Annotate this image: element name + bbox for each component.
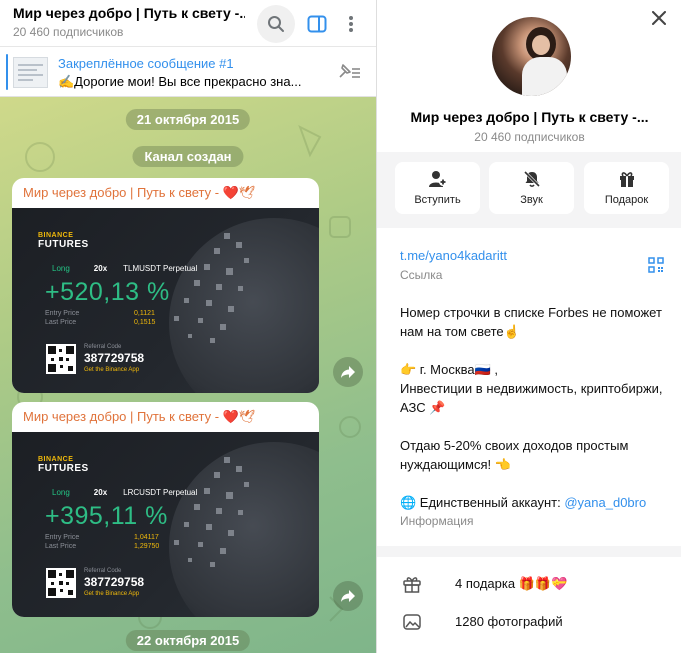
channel-post[interactable]: Мир через добро | Путь к свету - ❤️🕊 BIN…: [12, 178, 319, 393]
price-values: 0,1121 0,1515: [134, 310, 156, 326]
more-vertical-icon: [349, 16, 353, 32]
description-line: 👉 г. Москва🇷🇺 , Инвестиции в недвижимост…: [400, 362, 663, 415]
sidebar-toggle-button[interactable]: [298, 5, 336, 43]
bell-muted-icon: [523, 170, 540, 188]
description-line: 🌐 Единственный аккаунт:: [400, 495, 565, 510]
pinned-text: ✍️Дорогие мои! Вы все прекрасно зна...: [58, 74, 302, 89]
gifts-row[interactable]: 4 подарка 🎁🎁💝: [377, 566, 681, 604]
date-separator: 21 октября 2015: [125, 109, 251, 130]
sound-label: Звук: [520, 194, 543, 206]
post-author[interactable]: Мир через добро | Путь к свету - ❤️🕊: [23, 409, 255, 425]
referral-block: Referral Code 387729758 Get the Binance …: [84, 568, 145, 597]
service-message: Канал создан: [132, 146, 244, 167]
gift-label: Подарок: [604, 194, 649, 206]
gift-box-icon: [403, 577, 421, 593]
forward-button[interactable]: [333, 581, 363, 611]
action-buttons: Вступить Звук Подарок: [377, 152, 681, 228]
qr-code: [46, 344, 76, 374]
pinned-message[interactable]: Закреплённое сообщение #1 ✍️Дорогие мои!…: [0, 48, 376, 97]
pinned-bar: [6, 54, 8, 90]
section-divider: [377, 546, 681, 557]
pnl-percent: +395,11 %: [45, 502, 168, 530]
author-emoji: ❤️🕊: [222, 409, 256, 424]
pinned-thumbnail: [13, 57, 48, 88]
chat-header[interactable]: Мир через добро | Путь к свету -... 20 4…: [0, 0, 376, 47]
channel-link[interactable]: t.me/yano4kadaritt: [400, 248, 507, 263]
post-author[interactable]: Мир через добро | Путь к свету - ❤️🕊: [23, 185, 255, 201]
description-line: Номер строчки в списке Forbes не поможет…: [400, 305, 662, 339]
add-user-icon: [428, 171, 447, 187]
referral-block: Referral Code 387729758 Get the Binance …: [84, 344, 145, 373]
chat-background: 21 октября 2015 Канал создан Мир через д…: [0, 97, 376, 653]
chat-title[interactable]: Мир через добро | Путь к свету -...: [13, 5, 245, 21]
search-button[interactable]: [257, 5, 295, 43]
sound-button[interactable]: Звук: [489, 162, 574, 214]
link-label: Ссылка: [400, 268, 443, 282]
photos-count: 1280 фотографий: [455, 614, 563, 629]
gift-icon: [619, 172, 634, 187]
channel-description: Номер строчки в списке Forbes не поможет…: [400, 303, 670, 512]
forward-button[interactable]: [333, 357, 363, 387]
channel-name: Мир через добро | Путь к свету -...: [410, 109, 649, 125]
position-row: Long 20x LRCUSDT Perpetual: [52, 488, 198, 497]
pin-list-icon[interactable]: [336, 62, 362, 83]
close-button[interactable]: [652, 11, 666, 28]
binance-futures-logo: BINANCE FUTURES: [38, 456, 89, 474]
qr-code-button[interactable]: [648, 257, 664, 276]
post-image[interactable]: BINANCE FUTURES Long 20x TLMUSDT Perpetual…: [12, 208, 319, 393]
join-label: Вступить: [414, 194, 461, 206]
share-arrow-icon: [341, 366, 355, 378]
description-label: Информация: [400, 514, 474, 528]
pinned-title: Закреплённое сообщение #1: [58, 56, 234, 71]
price-values: 1,04117 1,29750: [134, 534, 160, 550]
sidebar-icon: [307, 15, 327, 33]
photos-row[interactable]: 1280 фотографий: [377, 604, 681, 642]
author-emoji: ❤️🕊: [222, 185, 256, 200]
post-image[interactable]: BINANCE FUTURES Long 20x LRCUSDT Perpetual…: [12, 432, 319, 617]
binance-futures-logo: BINANCE FUTURES: [38, 232, 89, 250]
join-button[interactable]: Вступить: [395, 162, 480, 214]
search-icon: [268, 16, 284, 32]
photo-icon: [403, 614, 421, 630]
chat-area: Мир через добро | Путь к свету -... 20 4…: [0, 0, 376, 653]
date-separator: 22 октября 2015: [125, 630, 251, 651]
gift-button[interactable]: Подарок: [584, 162, 669, 214]
price-labels: Entry Price Last Price: [45, 534, 80, 550]
close-icon: [652, 11, 666, 25]
channel-info-panel: Мир через добро | Путь к свету -... 20 4…: [376, 0, 681, 653]
channel-subscribers: 20 460 подписчиков: [474, 130, 585, 144]
chat-subscribers: 20 460 подписчиков: [13, 25, 124, 39]
position-row: Long 20x TLMUSDT Perpetual: [52, 264, 198, 273]
pnl-percent: +520,13 %: [45, 278, 170, 306]
channel-post[interactable]: Мир через добро | Путь к свету - ❤️🕊 BIN…: [12, 402, 319, 617]
qr-code: [46, 568, 76, 598]
channel-avatar[interactable]: [492, 17, 571, 96]
gifts-count: 4 подарка 🎁🎁💝: [455, 576, 568, 591]
price-labels: Entry Price Last Price: [45, 310, 80, 326]
qr-code-icon: [648, 257, 664, 273]
share-arrow-icon: [341, 590, 355, 602]
description-line: Отдаю 5-20% своих доходов простым нуждаю…: [400, 438, 629, 472]
more-button[interactable]: [332, 5, 370, 43]
account-mention-link[interactable]: @yana_d0bro: [564, 495, 646, 510]
